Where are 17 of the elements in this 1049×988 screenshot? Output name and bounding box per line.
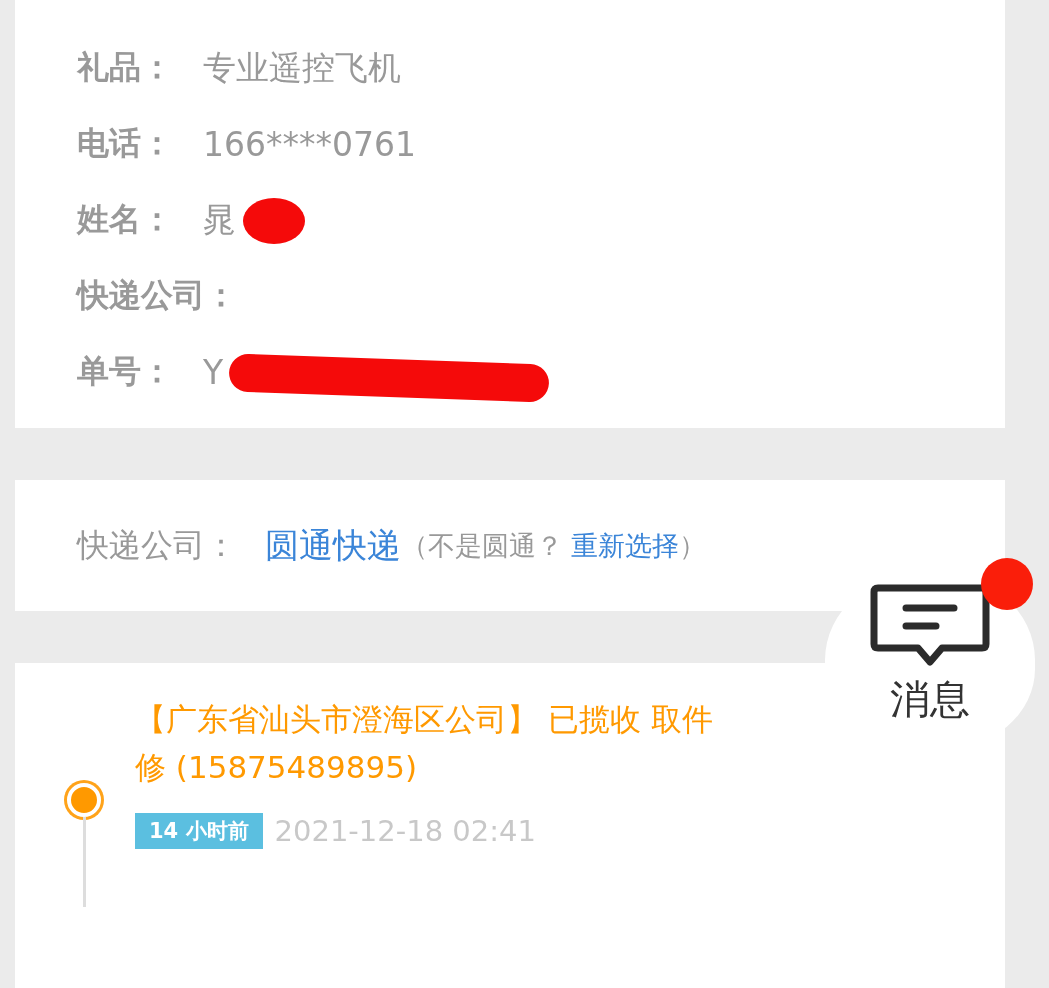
field-label: 姓名： (77, 199, 174, 241)
courier-label: 快递公司： (77, 524, 237, 566)
field-label: 电话： (77, 123, 174, 165)
field-value: 166****0761 (203, 124, 416, 164)
courier-note: （不是圆通？ (401, 528, 563, 563)
tracking-text: 修 (15875489895) (135, 748, 418, 787)
field-value: 晁 (203, 199, 236, 239)
time-badge: 14 小时前 (135, 813, 263, 849)
reselect-link[interactable]: 重新选择 (571, 527, 679, 564)
field-label: 快递公司： (77, 275, 237, 317)
courier-name: 圆通快递 (265, 523, 401, 567)
field-label: 单号： (77, 351, 174, 393)
courier-note-end: ） (679, 528, 706, 563)
tracking-text: 【广东省汕头市澄海区公司】 已揽收 取件 (135, 700, 713, 739)
field-value: 专业遥控飞机 (203, 47, 401, 87)
field-label: 礼品： (77, 47, 174, 89)
field-value: Y (203, 352, 224, 392)
